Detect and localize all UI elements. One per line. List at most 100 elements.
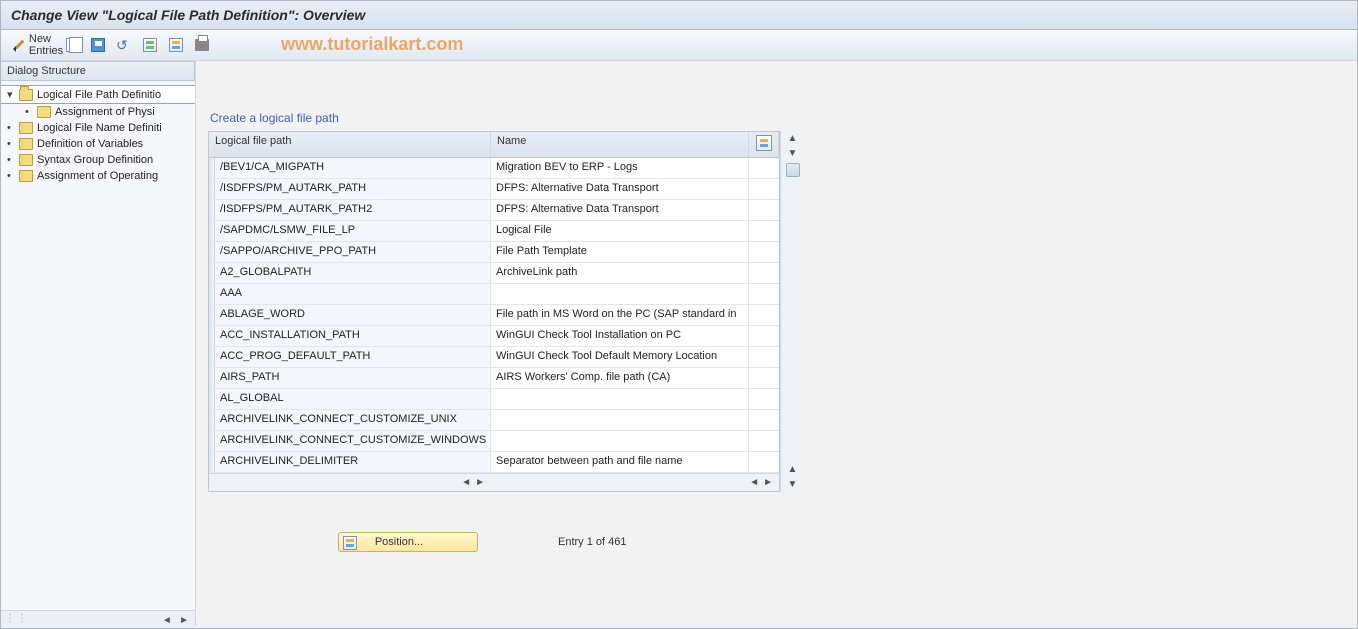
tree-item-label: Logical File Path Definitio (37, 89, 161, 101)
cell-logical-path[interactable]: ARCHIVELINK_CONNECT_CUSTOMIZE_UNIX (215, 410, 491, 430)
scroll-right-icon[interactable]: ► (475, 477, 485, 488)
scroll-right-icon[interactable]: ► (179, 615, 189, 626)
cell-name[interactable]: WinGUI Check Tool Default Memory Locatio… (491, 347, 749, 367)
configure-columns-icon[interactable] (756, 135, 772, 151)
column-header-select[interactable] (749, 132, 779, 157)
print-icon[interactable] (191, 34, 213, 56)
cell-name[interactable] (491, 284, 749, 304)
cell-logical-path[interactable]: ARCHIVELINK_DELIMITER (215, 452, 491, 472)
cell-logical-path[interactable]: AIRS_PATH (215, 368, 491, 388)
table-row[interactable]: /ISDFPS/PM_AUTARK_PATHDFPS: Alternative … (209, 179, 779, 200)
cell-name[interactable]: File path in MS Word on the PC (SAP stan… (491, 305, 749, 325)
select-all-icon[interactable] (139, 34, 161, 56)
bullet-icon: • (7, 154, 19, 166)
table-row[interactable]: /ISDFPS/PM_AUTARK_PATH2DFPS: Alternative… (209, 200, 779, 221)
table-row[interactable]: ABLAGE_WORDFile path in MS Word on the P… (209, 305, 779, 326)
new-entries-button[interactable]: New Entries (35, 34, 57, 56)
toolbar: New Entries www.tutorialkart.com (1, 30, 1357, 61)
dialog-structure-tree: ▾ Logical File Path Definitio • Assignme… (1, 81, 195, 610)
cell-logical-path[interactable]: ACC_INSTALLATION_PATH (215, 326, 491, 346)
scroll-down-icon[interactable]: ▼ (788, 146, 798, 161)
scroll-left-icon[interactable]: ◄ (162, 615, 172, 626)
cell-logical-path[interactable]: /SAPDMC/LSMW_FILE_LP (215, 221, 491, 241)
table-row[interactable]: AAA (209, 284, 779, 305)
table-row[interactable]: ARCHIVELINK_DELIMITERSeparator between p… (209, 452, 779, 473)
cell-logical-path[interactable]: /ISDFPS/PM_AUTARK_PATH (215, 179, 491, 199)
position-button[interactable]: Position... (338, 532, 478, 552)
grid-vscroll[interactable]: ▲ ▼ ▲ ▼ (780, 131, 804, 492)
resize-grip-icon[interactable]: ⋮⋮ (5, 613, 29, 624)
cell-logical-path[interactable]: AL_GLOBAL (215, 389, 491, 409)
grid-header-row: Logical file path Name (209, 132, 779, 158)
tree-item-label: Logical File Name Definiti (37, 122, 162, 134)
column-header-name[interactable]: Name (491, 132, 749, 157)
entry-count-label: Entry 1 of 461 (558, 536, 627, 548)
table-row[interactable]: ACC_INSTALLATION_PATHWinGUI Check Tool I… (209, 326, 779, 347)
tree-item-syntax-group-def[interactable]: • Syntax Group Definition (1, 152, 195, 168)
cell-name[interactable]: Logical File (491, 221, 749, 241)
folder-icon (37, 106, 51, 118)
main-panel: Create a logical file path Logical file … (196, 61, 1357, 626)
save-icon[interactable] (87, 34, 109, 56)
scroll-left-icon[interactable]: ◄ (749, 477, 759, 488)
cell-logical-path[interactable]: /SAPPO/ARCHIVE_PPO_PATH (215, 242, 491, 262)
tree-item-assignment-physical[interactable]: • Assignment of Physi (1, 104, 195, 120)
scroll-up-icon[interactable]: ▲ (788, 131, 798, 146)
tree-item-label: Assignment of Operating (37, 170, 158, 182)
column-header-path[interactable]: Logical file path (209, 132, 491, 157)
cell-logical-path[interactable]: /ISDFPS/PM_AUTARK_PATH2 (215, 200, 491, 220)
cell-name[interactable]: DFPS: Alternative Data Transport (491, 200, 749, 220)
table-row[interactable]: /SAPPO/ARCHIVE_PPO_PATHFile Path Templat… (209, 242, 779, 263)
scroll-thumb[interactable] (786, 163, 800, 177)
copy-icon[interactable] (61, 34, 83, 56)
table-row[interactable]: ACC_PROG_DEFAULT_PATHWinGUI Check Tool D… (209, 347, 779, 368)
cell-logical-path[interactable]: A2_GLOBALPATH (215, 263, 491, 283)
cell-name[interactable]: Separator between path and file name (491, 452, 749, 472)
sidebar-hscroll[interactable]: ⋮⋮ ◄ ► (1, 610, 195, 626)
panel-title: Create a logical file path (210, 111, 1357, 125)
undo-icon[interactable] (113, 34, 135, 56)
select-block-icon[interactable] (165, 34, 187, 56)
cell-logical-path[interactable]: ACC_PROG_DEFAULT_PATH (215, 347, 491, 367)
table-row[interactable]: A2_GLOBALPATHArchiveLink path (209, 263, 779, 284)
content-area: Dialog Structure ▾ Logical File Path Def… (1, 61, 1357, 626)
tree-item-label: Assignment of Physi (55, 106, 155, 118)
scroll-right-icon[interactable]: ► (763, 477, 773, 488)
folder-icon (19, 154, 33, 166)
table-row[interactable]: AL_GLOBAL (209, 389, 779, 410)
table-row[interactable]: AIRS_PATHAIRS Workers' Comp. file path (… (209, 368, 779, 389)
table-row[interactable]: /BEV1/CA_MIGPATHMigration BEV to ERP - L… (209, 158, 779, 179)
cell-name[interactable]: DFPS: Alternative Data Transport (491, 179, 749, 199)
cell-name[interactable]: File Path Template (491, 242, 749, 262)
scroll-left-icon[interactable]: ◄ (461, 477, 471, 488)
folder-icon (19, 122, 33, 134)
folder-open-icon (19, 89, 33, 101)
sidebar-header: Dialog Structure (1, 61, 195, 81)
tree-item-definition-variables[interactable]: • Definition of Variables (1, 136, 195, 152)
watermark-text: www.tutorialkart.com (281, 34, 463, 55)
table-row[interactable]: ARCHIVELINK_CONNECT_CUSTOMIZE_UNIX (209, 410, 779, 431)
cell-logical-path[interactable]: ARCHIVELINK_CONNECT_CUSTOMIZE_WINDOWS (215, 431, 491, 451)
cell-name[interactable] (491, 410, 749, 430)
cell-logical-path[interactable]: AAA (215, 284, 491, 304)
tree-item-assignment-operating[interactable]: • Assignment of Operating (1, 168, 195, 184)
tree-item-logical-file-name-def[interactable]: • Logical File Name Definiti (1, 120, 195, 136)
cell-logical-path[interactable]: ABLAGE_WORD (215, 305, 491, 325)
scroll-down-icon[interactable]: ▼ (788, 477, 798, 492)
tree-item-logical-file-path-def[interactable]: ▾ Logical File Path Definitio (1, 85, 195, 104)
cell-logical-path[interactable]: /BEV1/CA_MIGPATH (215, 158, 491, 178)
cell-name[interactable] (491, 431, 749, 451)
toggle-edit-icon[interactable] (9, 34, 31, 56)
table-row[interactable]: ARCHIVELINK_CONNECT_CUSTOMIZE_WINDOWS (209, 431, 779, 452)
cell-name[interactable]: AIRS Workers' Comp. file path (CA) (491, 368, 749, 388)
cell-name[interactable]: WinGUI Check Tool Installation on PC (491, 326, 749, 346)
cell-name[interactable] (491, 389, 749, 409)
page-title: Change View "Logical File Path Definitio… (11, 7, 365, 23)
cell-name[interactable]: ArchiveLink path (491, 263, 749, 283)
folder-icon (19, 170, 33, 182)
position-icon (343, 536, 357, 550)
cell-name[interactable]: Migration BEV to ERP - Logs (491, 158, 749, 178)
scroll-up-icon[interactable]: ▲ (788, 462, 798, 477)
table-row[interactable]: /SAPDMC/LSMW_FILE_LPLogical File (209, 221, 779, 242)
app-window: Change View "Logical File Path Definitio… (0, 0, 1358, 629)
